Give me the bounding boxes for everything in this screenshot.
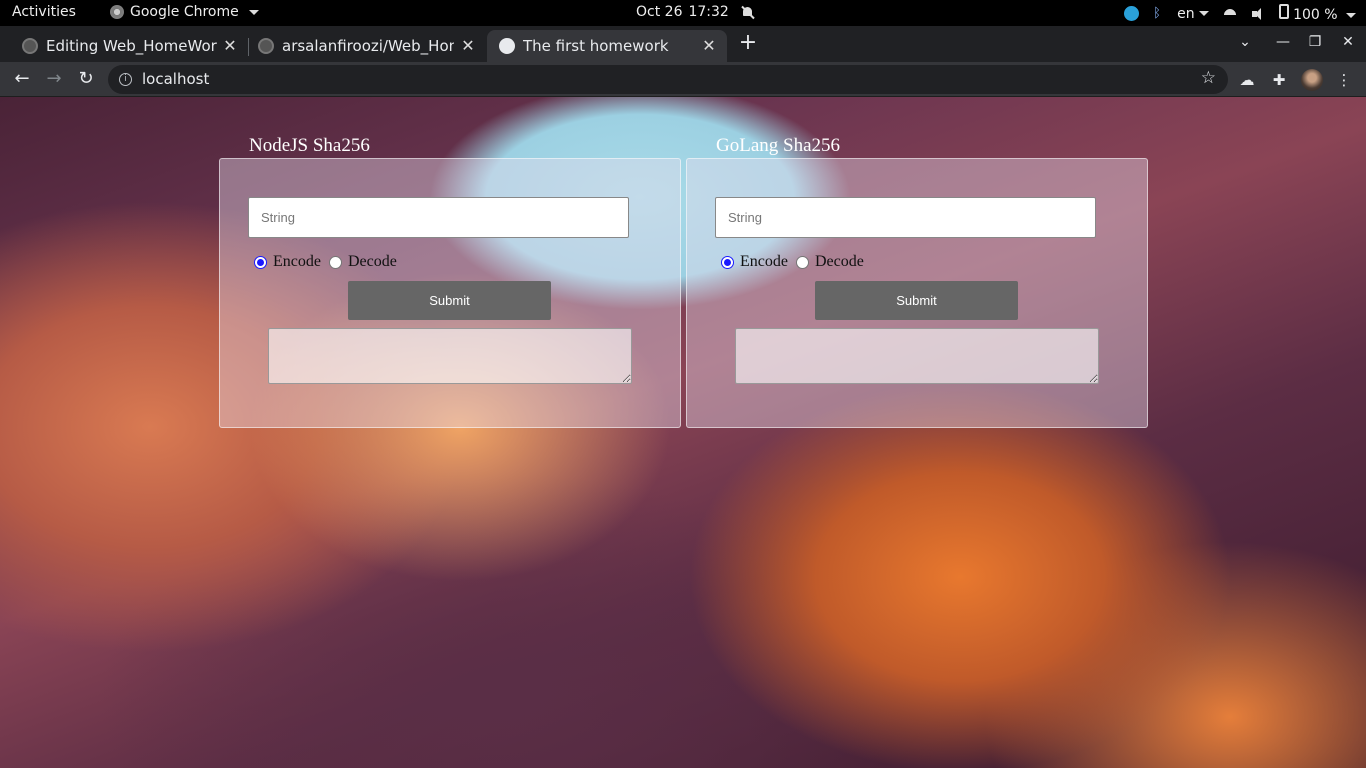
mode-radio-group: Encode Decode <box>721 253 872 271</box>
forward-icon[interactable]: → <box>42 68 66 92</box>
page-viewport: NodeJS Sha256 Encode Decode Submit GoLan… <box>0 97 1366 768</box>
submit-button[interactable]: Submit <box>348 281 551 320</box>
maximize-icon[interactable]: ❐ <box>1305 32 1325 52</box>
string-input[interactable] <box>248 197 629 238</box>
encode-radio[interactable] <box>721 255 734 269</box>
back-icon[interactable]: ← <box>10 68 34 92</box>
battery-indicator[interactable]: 100 % <box>1278 4 1356 23</box>
close-icon[interactable]: ✕ <box>458 36 478 56</box>
close-icon[interactable]: ✕ <box>699 36 719 56</box>
output-textarea[interactable] <box>268 328 632 384</box>
puzzle-icon[interactable]: ✚ <box>1269 70 1289 90</box>
golang-panel: Encode Decode Submit <box>686 158 1148 428</box>
tab-title: arsalanfiroozi/Web_Hom <box>282 37 454 55</box>
battery-percent: 100 % <box>1293 7 1338 23</box>
github-icon <box>258 38 274 54</box>
address-bar[interactable]: i localhost ☆ <box>108 65 1228 94</box>
volume-icon <box>1251 7 1265 21</box>
bookmark-star-icon[interactable]: ☆ <box>1201 68 1216 88</box>
globe-icon <box>499 38 515 54</box>
app-menu[interactable]: Google Chrome <box>110 4 259 20</box>
close-icon[interactable]: ✕ <box>220 36 240 56</box>
app-menu-label: Google Chrome <box>130 4 239 20</box>
info-icon[interactable]: i <box>119 73 132 86</box>
avatar[interactable] <box>1301 69 1323 91</box>
system-tray[interactable]: ᛒ en 100 % <box>1124 4 1356 23</box>
encode-label[interactable]: Encode <box>273 253 321 271</box>
submit-button[interactable]: Submit <box>815 281 1018 320</box>
browser-toolbar: ← → ↻ i localhost ☆ ☁ ✚ ⋮ <box>0 62 1366 97</box>
wifi-icon <box>1223 7 1237 21</box>
reload-icon[interactable]: ↻ <box>74 68 98 92</box>
extension-icon[interactable]: ☁ <box>1237 70 1257 90</box>
notifications-off-icon <box>741 5 755 19</box>
panel-title: GoLang Sha256 <box>716 135 841 156</box>
mode-radio-group: Encode Decode <box>254 253 405 271</box>
string-input[interactable] <box>715 197 1096 238</box>
tab-editing[interactable]: Editing Web_HomeWork ✕ <box>0 30 248 62</box>
tab-search-icon[interactable]: ⌄ <box>1235 32 1255 52</box>
clock-date: Oct 26 <box>636 4 683 20</box>
panel-title: NodeJS Sha256 <box>249 135 370 156</box>
battery-icon <box>1278 4 1289 19</box>
clock[interactable]: Oct 26 17:32 <box>636 4 755 20</box>
tab-strip: Editing Web_HomeWork ✕ arsalanfiroozi/We… <box>0 26 1366 62</box>
url-text: localhost <box>142 70 210 88</box>
chevron-down-icon <box>248 9 259 15</box>
decode-radio[interactable] <box>328 255 342 269</box>
output-textarea[interactable] <box>735 328 1099 384</box>
tab-title: The first homework <box>523 37 669 55</box>
decode-label[interactable]: Decode <box>815 253 864 271</box>
language-label: en <box>1177 5 1195 22</box>
close-window-icon[interactable]: ✕ <box>1338 32 1358 52</box>
clock-time: 17:32 <box>688 4 729 20</box>
tab-first-homework[interactable]: The first homework ✕ <box>487 30 727 62</box>
nodejs-panel: Encode Decode Submit <box>219 158 681 428</box>
chrome-icon <box>110 5 124 19</box>
decode-radio[interactable] <box>795 255 809 269</box>
encode-label[interactable]: Encode <box>740 253 788 271</box>
chevron-down-icon <box>1198 11 1209 16</box>
language-indicator[interactable]: en <box>1177 6 1209 22</box>
kebab-menu-icon[interactable]: ⋮ <box>1334 70 1354 90</box>
new-tab-button[interactable]: + <box>736 32 760 56</box>
github-icon <box>22 38 38 54</box>
minimize-icon[interactable]: — <box>1273 32 1293 52</box>
decode-label[interactable]: Decode <box>348 253 397 271</box>
activities-button[interactable]: Activities <box>12 4 76 20</box>
bluetooth-icon[interactable]: ᛒ <box>1153 6 1163 21</box>
chevron-down-icon <box>1346 12 1356 18</box>
telegram-icon[interactable] <box>1124 6 1140 21</box>
system-top-bar: Activities Google Chrome Oct 26 17:32 ᛒ … <box>0 0 1366 26</box>
tab-title: Editing Web_HomeWork <box>46 37 218 55</box>
encode-radio[interactable] <box>254 255 267 269</box>
tab-repo[interactable]: arsalanfiroozi/Web_Hom ✕ <box>248 30 486 62</box>
